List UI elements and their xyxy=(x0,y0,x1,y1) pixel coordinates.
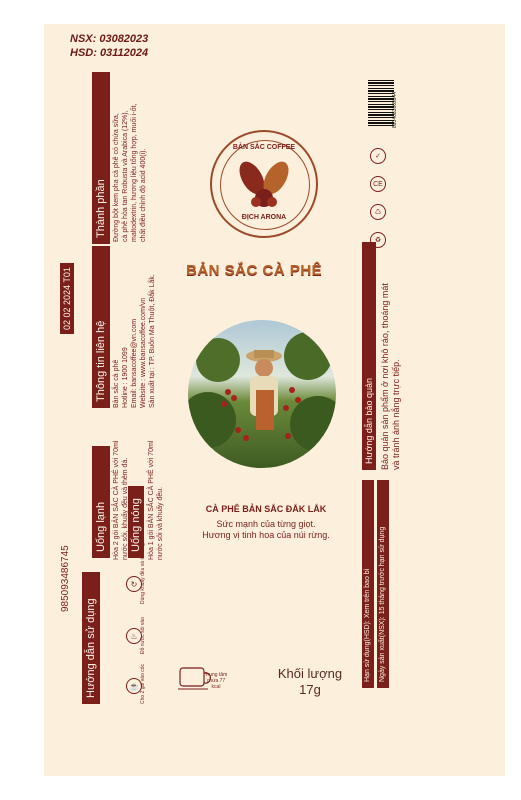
contact-line-2: Hotline : 1900 1099 xyxy=(122,347,129,408)
ingredients-heading: Thành phần xyxy=(92,72,110,244)
logo-bottom-text: ĐỊCH ARONA xyxy=(241,214,287,221)
weight-label: Khối lượng xyxy=(277,666,343,681)
tagline-line-2: Hương vị tinh hoa của núi rừng. xyxy=(202,530,330,540)
recycle-bin-icon: ♺ xyxy=(370,204,386,220)
hot-heading: Uống nóng xyxy=(128,486,144,558)
certification-icon: ✓ xyxy=(370,148,386,164)
expiry-hsd: Hạn sử dụng(HSD): Xem trên bao bì xyxy=(362,480,374,688)
farmer-photo xyxy=(188,320,336,468)
contact-line-1: Bản sắc cà phê xyxy=(113,359,120,408)
ingredients-line-4: chất điều chỉnh độ acid 400(i). xyxy=(140,148,147,242)
contact-heading: Thông tin liên hệ xyxy=(92,246,110,408)
logo-top-text: BẢN SẮC COFFEE xyxy=(232,144,296,151)
tagline-line-1: Sức mạnh của từng giọt. xyxy=(216,519,316,529)
coffee-farmer-image xyxy=(188,332,336,452)
cold-line-1: Hòa 2 gói BẢN SẮC CÀ PHÊ với 70ml xyxy=(113,440,120,560)
ce-mark-icon: CE xyxy=(370,176,386,192)
usage-step-1: Cho 2 gói vào cốc xyxy=(140,663,146,704)
hsd-date: HSD: 03112024 xyxy=(70,47,149,59)
hot-line-2: nước sôi và khuấy đều. xyxy=(157,486,164,560)
brand-logo: BẢN SẮC COFFEE ĐỊCH ARONA xyxy=(210,130,318,238)
cold-heading: Uống lạnh xyxy=(92,446,110,558)
weight-block: Khối lượng 17g xyxy=(270,666,350,698)
ingredients-line-3: maltodextrin, hương liệu tổng hợp, muối … xyxy=(131,103,138,242)
cup-note: Trung tâm chứa 77 kcal xyxy=(204,672,228,690)
usage-heading: Hướng dẫn sử dụng xyxy=(82,572,100,704)
expiry-nsx: Ngày sản xuất(NSX): 15 tháng trước hạn s… xyxy=(377,480,389,688)
storage-heading-wrap: Hướng dẫn bảo quản xyxy=(362,242,376,470)
contact-line-4: Website : www.bansacoffee.com/vn xyxy=(140,297,147,408)
hot-line-1: Hòa 1 gói BẢN SẮC CÀ PHÊ với 70ml xyxy=(148,440,155,560)
storage-line-2: và tránh ánh nắng trực tiếp. xyxy=(391,359,401,470)
barcode-number: 8934683009944 xyxy=(392,91,398,128)
weight-value: 17g xyxy=(299,682,321,697)
nsx-date: NSX: 03082023 xyxy=(70,33,149,45)
phone-number: 985093486745 xyxy=(60,545,71,612)
production-dates: NSX: 03082023 HSD: 03112024 xyxy=(70,32,148,60)
hot-heading-wrap: Uống nóng xyxy=(128,486,144,558)
contact-heading-wrap: Thông tin liên hệ xyxy=(92,246,110,408)
cold-heading-wrap: Uống lạnh xyxy=(92,446,110,558)
storage-heading: Hướng dẫn bảo quản xyxy=(362,242,376,470)
expiry-nsx-wrap: Ngày sản xuất(NSX): 15 tháng trước hạn s… xyxy=(377,480,389,688)
ingredients-line-1: Đường bột kem pha cà phê có chứa sữa, xyxy=(113,113,120,242)
batch-code: 02 02 2024 T01 xyxy=(60,263,74,334)
brand-title: BẢN SẮC CÀ PHÊ xyxy=(186,262,323,279)
contact-line-3: Email: bansacoffee@vn.com xyxy=(131,318,138,408)
barcode xyxy=(368,80,394,128)
expiry-hsd-wrap: Hạn sử dụng(HSD): Xem trên bao bì xyxy=(362,480,374,688)
ingredients-heading-wrap: Thành phần xyxy=(92,72,110,244)
usage-heading-wrap: Hướng dẫn sử dụng xyxy=(82,572,100,704)
tagline-block: CÀ PHÊ BẢN SẮC ĐẮK LẮK Sức mạnh của từng… xyxy=(176,504,356,541)
contact-line-5: Sản xuất tại : TP. Buôn Ma Thuột, Đắk Lắ… xyxy=(149,274,156,408)
storage-line-1: Bảo quản sản phẩm ở nơi khô ráo, thoáng … xyxy=(380,283,390,470)
ingredients-line-2: cà phê hòa tan Robusta và Arabica (12%), xyxy=(122,110,129,242)
tagline-title: CÀ PHÊ BẢN SẮC ĐẮK LẮK xyxy=(205,504,327,514)
usage-step-2: Đổ nước sôi vào xyxy=(140,617,146,654)
